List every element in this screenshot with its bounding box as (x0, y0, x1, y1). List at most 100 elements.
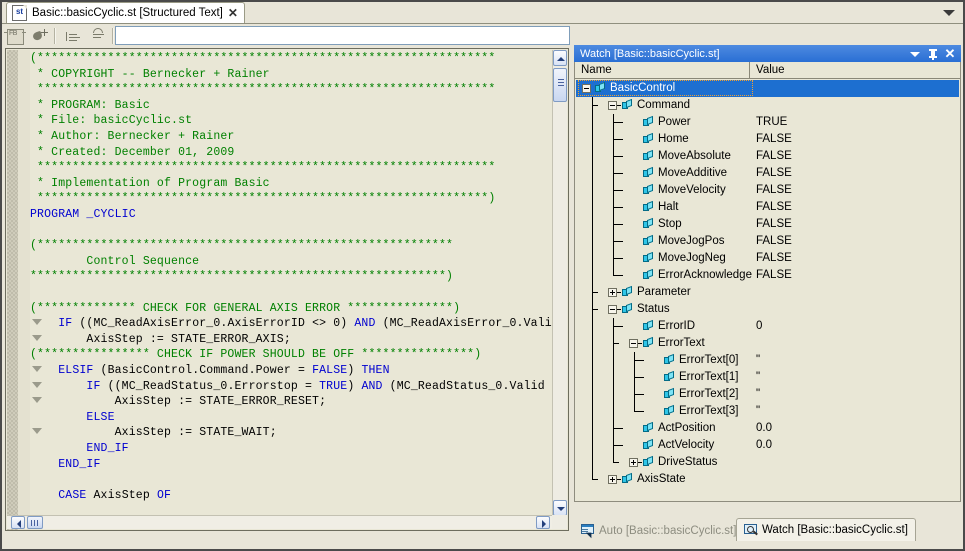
watch-tree-row[interactable]: DriveStatus (576, 454, 959, 471)
code-line: * Author: Bernecker + Rainer (30, 129, 234, 145)
tree-guide-line (592, 386, 593, 403)
collapse-icon[interactable] (629, 339, 638, 348)
watch-tree-row[interactable]: ErrorText[1] " (576, 369, 959, 386)
watch-glass-icon (744, 523, 758, 537)
editor-fold-margin[interactable] (18, 50, 30, 530)
watch-tree-row[interactable]: MoveJogPos FALSE (576, 233, 959, 250)
editor-toolbar (2, 24, 963, 47)
watch-row-value[interactable]: 0.0 (756, 438, 772, 453)
watch-row-value[interactable]: FALSE (756, 183, 792, 198)
watch-row-value[interactable]: FALSE (756, 217, 792, 232)
watch-variable-tree[interactable]: BasicControl Command Power TRUE Home FALSE Mov… (576, 80, 959, 499)
watch-row-value[interactable]: " (756, 353, 760, 368)
insert-function-block-button[interactable] (4, 26, 26, 46)
horizontal-scroll-thumb[interactable] (27, 516, 43, 529)
fold-toggle-icon[interactable] (31, 427, 44, 437)
watch-row-value[interactable]: FALSE (756, 234, 792, 249)
watch-row-name: ErrorText[1] (679, 371, 739, 383)
watch-row-value[interactable]: FALSE (756, 132, 792, 147)
pin-icon[interactable] (927, 48, 939, 60)
variable-cube-icon (643, 183, 653, 196)
watch-row-value[interactable]: FALSE (756, 200, 792, 215)
fold-toggle-icon[interactable] (31, 396, 44, 406)
close-icon[interactable]: ✕ (944, 47, 956, 60)
close-icon[interactable]: ✕ (228, 7, 238, 19)
editor-horizontal-scrollbar[interactable] (7, 515, 552, 529)
watch-row-value[interactable]: TRUE (756, 115, 787, 130)
code-token: * Implementation of Program Basic (30, 176, 270, 190)
code-editor[interactable]: (***************************************… (5, 48, 569, 531)
code-text-area[interactable]: (***************************************… (30, 50, 554, 518)
code-token: AxisStep := STATE_WAIT; (30, 426, 277, 440)
code-token: (***************************************… (30, 239, 454, 253)
fold-toggle-icon[interactable] (31, 365, 44, 375)
watch-tree-row[interactable]: MoveJogNeg FALSE (576, 250, 959, 267)
tree-guide-line (592, 335, 593, 352)
fold-toggle-icon[interactable] (31, 334, 44, 344)
watch-row-value[interactable]: " (756, 387, 760, 402)
scroll-right-icon[interactable] (536, 516, 550, 529)
watch-row-value[interactable]: FALSE (756, 268, 792, 283)
collapse-icon[interactable] (608, 305, 617, 314)
expand-icon[interactable] (608, 288, 617, 297)
watch-row-value[interactable]: FALSE (756, 166, 792, 181)
variable-cube-icon (643, 319, 653, 332)
expand-icon[interactable] (608, 475, 617, 484)
watch-tree-row[interactable]: MoveVelocity FALSE (576, 182, 959, 199)
watch-tree-row[interactable]: ErrorText[3] " (576, 403, 959, 420)
watch-row-value[interactable]: " (756, 404, 760, 419)
watch-tree-row[interactable]: MoveAdditive FALSE (576, 165, 959, 182)
tree-connector-line (592, 292, 598, 293)
watch-row-value[interactable]: 0.0 (756, 421, 772, 436)
watch-tree-row[interactable]: MoveAbsolute FALSE (576, 148, 959, 165)
watch-tree-row[interactable]: ErrorID 0 (576, 318, 959, 335)
watch-tree-row[interactable]: Stop FALSE (576, 216, 959, 233)
code-line: CASE AxisStep OF (30, 488, 171, 504)
scroll-left-icon[interactable] (11, 516, 25, 529)
watch-row-value[interactable]: 0 (756, 319, 762, 334)
symbol-search-input[interactable] (115, 26, 570, 45)
tree-connector-line (613, 343, 619, 344)
document-tab-basiccyclic[interactable]: st Basic::basicCyclic.st [Structured Tex… (6, 2, 245, 23)
indent-button[interactable] (62, 26, 84, 46)
watch-tree-row[interactable]: Home FALSE (576, 131, 959, 148)
fold-toggle-icon[interactable] (31, 318, 44, 328)
variable-cube-icon (643, 166, 653, 179)
insert-variable-button[interactable] (28, 26, 50, 46)
watch-tab[interactable]: Watch [Basic::basicCyclic.st] (736, 518, 916, 541)
watch-tree-row[interactable]: ErrorText[0] " (576, 352, 959, 369)
watch-tree-row[interactable]: BasicControl (576, 80, 959, 97)
expand-icon[interactable] (629, 458, 638, 467)
fold-toggle-icon[interactable] (31, 381, 44, 391)
watch-tree-row[interactable]: ErrorText[2] " (576, 386, 959, 403)
watch-row-value[interactable]: " (756, 370, 760, 385)
column-header-name[interactable]: Name (575, 62, 750, 78)
watch-tree-row[interactable]: ActPosition 0.0 (576, 420, 959, 437)
editor-vertical-scrollbar[interactable] (552, 50, 567, 516)
watch-row-value[interactable]: FALSE (756, 251, 792, 266)
watch-row-name: MoveJogNeg (658, 252, 726, 264)
auto-tab[interactable]: Auto [Basic::basicCyclic.st] (574, 520, 744, 541)
watch-tree-row[interactable]: Parameter (576, 284, 959, 301)
watch-tree-row[interactable]: Status (576, 301, 959, 318)
collapse-icon[interactable] (608, 101, 617, 110)
watch-row-value[interactable]: FALSE (756, 149, 792, 164)
watch-row-name: Command (637, 99, 691, 111)
chevron-down-icon[interactable] (943, 8, 955, 18)
vertical-scroll-thumb[interactable] (553, 68, 567, 102)
column-header-value[interactable]: Value (750, 62, 960, 78)
watch-tree-row[interactable]: ErrorText (576, 335, 959, 352)
watch-tree-row[interactable]: Halt FALSE (576, 199, 959, 216)
watch-tree-row[interactable]: Power TRUE (576, 114, 959, 131)
scroll-up-icon[interactable] (553, 50, 567, 66)
watch-tree-row[interactable]: ActVelocity 0.0 (576, 437, 959, 454)
scroll-down-icon[interactable] (553, 500, 567, 516)
watch-tree-row[interactable]: ErrorAcknowledge FALSE (576, 267, 959, 284)
watch-menu-button[interactable] (909, 48, 921, 60)
watch-tree-row[interactable]: Command (576, 97, 959, 114)
outdent-button[interactable] (86, 26, 108, 46)
variable-cube-icon (664, 387, 674, 400)
watch-tree-row[interactable]: AxisState (576, 471, 959, 488)
watch-row-name: ErrorID (658, 320, 696, 332)
